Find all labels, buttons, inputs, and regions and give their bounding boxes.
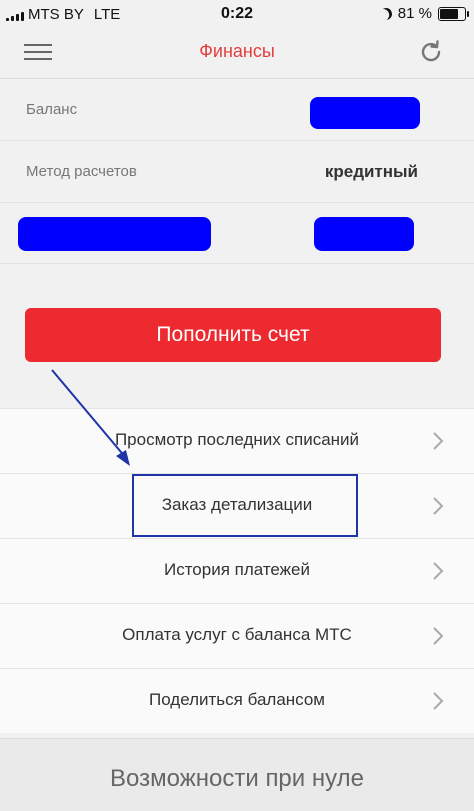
menu-item-label: Поделиться балансом bbox=[149, 690, 325, 709]
chevron-right-icon bbox=[433, 562, 444, 580]
finance-menu: Просмотр последних списаний Заказ детали… bbox=[0, 408, 474, 733]
menu-item-label: История платежей bbox=[163, 560, 311, 579]
menu-item-share-balance[interactable]: Поделиться балансом bbox=[0, 668, 474, 733]
do-not-disturb-icon bbox=[378, 6, 393, 21]
battery-icon bbox=[438, 6, 469, 21]
balance-value-redacted bbox=[310, 97, 420, 129]
payment-method-value: кредитный bbox=[324, 162, 418, 181]
menu-item-payment-history[interactable]: История платежей bbox=[0, 538, 474, 603]
status-bar: MTS BY LTE 0:22 81 % bbox=[0, 0, 474, 28]
balance-row: Баланс bbox=[0, 79, 474, 141]
chevron-right-icon bbox=[433, 432, 444, 450]
chevron-right-icon bbox=[433, 497, 444, 515]
payment-method-row: Метод расчетов кредитный bbox=[0, 141, 474, 203]
refresh-icon[interactable] bbox=[418, 39, 444, 65]
nav-bar: Финансы bbox=[0, 28, 474, 79]
zero-balance-section-title: Возможности при нуле bbox=[110, 765, 364, 792]
payment-method-label: Метод расчетов bbox=[26, 163, 137, 180]
chevron-right-icon bbox=[433, 692, 444, 710]
battery-fill bbox=[440, 8, 458, 19]
menu-item-label: Оплата услуг с баланса МТС bbox=[122, 625, 352, 644]
zero-balance-section[interactable]: Возможности при нуле bbox=[0, 738, 474, 811]
menu-item-recent-charges[interactable]: Просмотр последних списаний bbox=[0, 408, 474, 473]
chevron-right-icon bbox=[433, 627, 444, 645]
menu-item-pay-from-balance[interactable]: Оплата услуг с баланса МТС bbox=[0, 603, 474, 668]
menu-item-label: Просмотр последних списаний bbox=[114, 430, 360, 449]
battery-percent: 81 % bbox=[397, 5, 432, 22]
redacted-row bbox=[0, 203, 474, 264]
page-title: Финансы bbox=[199, 41, 275, 61]
balance-label: Баланс bbox=[26, 101, 78, 118]
annotation-highlight-box bbox=[132, 474, 358, 537]
redacted-field-left bbox=[18, 217, 211, 251]
status-right: 81 % bbox=[378, 5, 469, 22]
redacted-field-right bbox=[314, 217, 414, 251]
topup-button[interactable]: Пополнить счет bbox=[25, 308, 441, 362]
